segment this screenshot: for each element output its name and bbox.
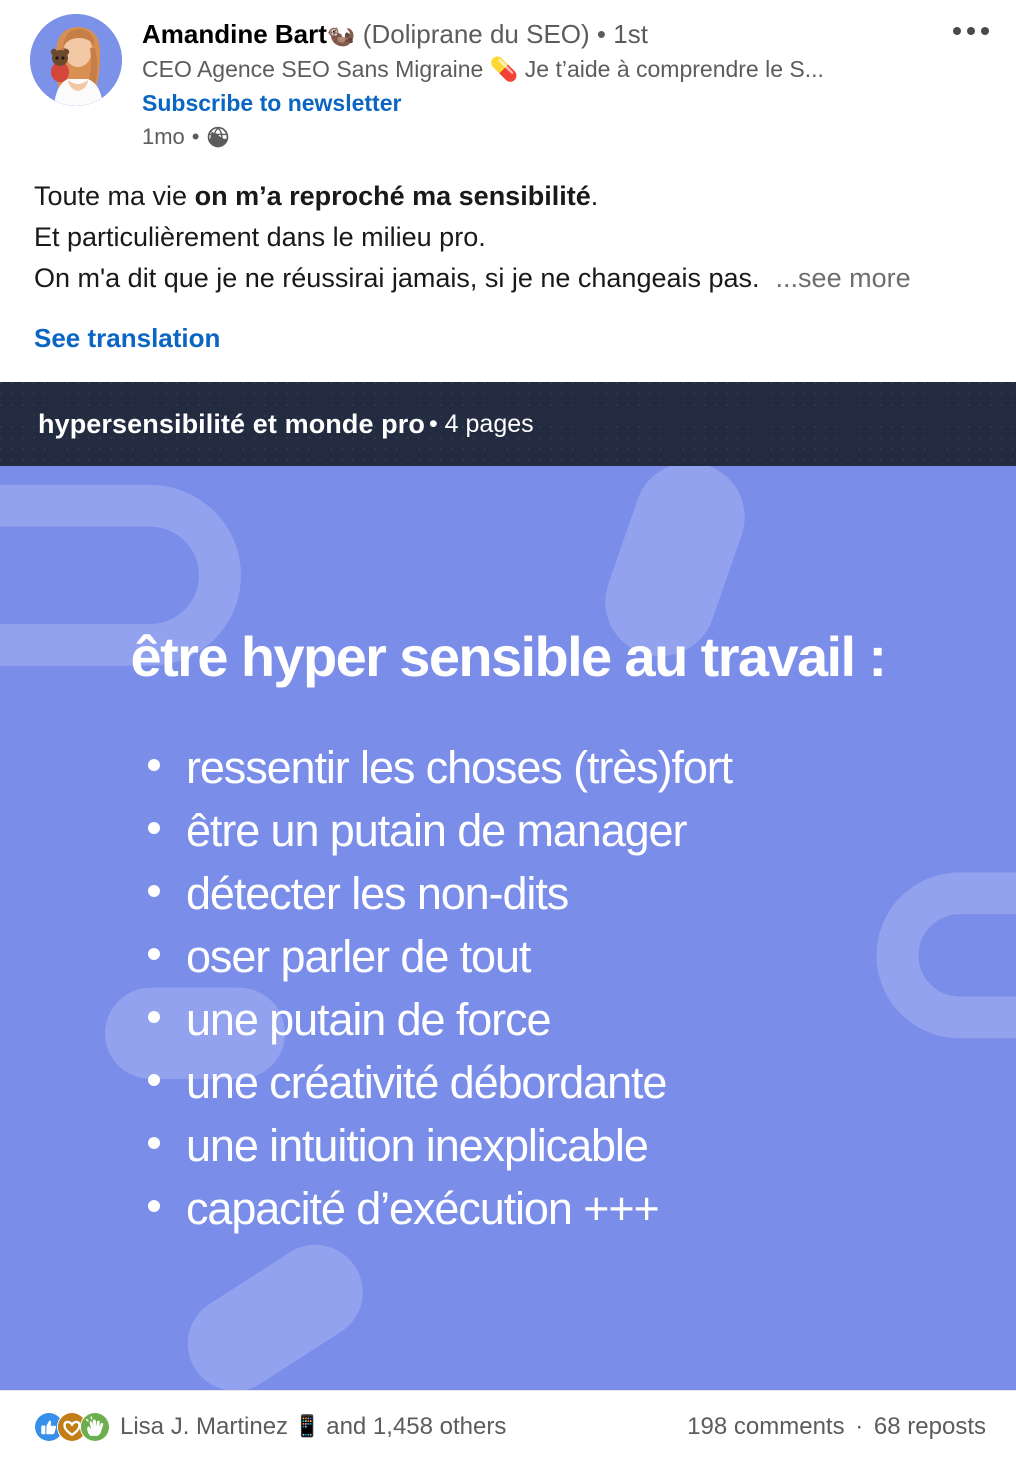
author-info: Amandine Bart🦦 (Doliprane du SEO) • 1st … (142, 10, 998, 170)
social-counts-bar: Lisa J. Martinez 📱 and 1,458 others 198 c… (0, 1390, 1016, 1462)
post-meta: 1mo • (142, 124, 998, 150)
document-titlebar: hypersensibilité et monde pro • 4 pages (0, 382, 1016, 466)
list-item: détecter les non-dits (148, 862, 968, 925)
list-item-label: ressentir les choses (très)fort (186, 741, 733, 793)
celebrate-clap-icon[interactable] (80, 1411, 110, 1442)
post-timestamp: 1mo (142, 124, 185, 149)
ellipsis-dot (953, 27, 961, 35)
list-item-label: une créativité débordante (186, 1056, 667, 1108)
document-page-count: • 4 pages (428, 409, 534, 438)
post-text-suffix: . (590, 181, 599, 211)
list-item: une putain de force (148, 988, 968, 1051)
author-name[interactable]: Amandine Bart (142, 19, 327, 49)
post-text-body: Toute ma vie on m’a reproché ma sensibil… (0, 170, 1016, 354)
reposts-count[interactable]: 68 reposts (874, 1413, 986, 1440)
list-item: capacité d’exécution +++ (148, 1177, 968, 1240)
comments-count[interactable]: 198 comments (687, 1413, 844, 1440)
meta-separator: • (191, 124, 200, 149)
post-text-line-3-content: On m'a dit que je ne réussirai jamais, s… (34, 263, 760, 293)
bullet-dot-icon (148, 884, 160, 897)
post-options-button[interactable] (948, 14, 994, 48)
list-item: une intuition inexplicable (148, 1114, 968, 1177)
list-item-label: détecter les non-dits (186, 867, 569, 919)
reactors-summary[interactable]: Lisa J. Martinez 📱 and 1,458 others (120, 1413, 506, 1441)
slide-bullet-list: ressentir les choses (très)fort être un … (48, 736, 968, 1240)
ellipsis-dot (967, 27, 975, 35)
post-text-prefix: Toute ma vie (34, 181, 195, 211)
bullet-dot-icon (148, 1073, 160, 1086)
list-item-label: capacité d’exécution +++ (186, 1182, 660, 1234)
reactor-emoji: 📱 (294, 1414, 321, 1438)
slide-heading: être hyper sensible au travail : (130, 625, 888, 688)
author-tagline: (Doliprane du SEO) (362, 19, 590, 49)
post-text-bold: on m’a reproché ma sensibilité (194, 181, 591, 211)
post-text-line-2: Et particulièrement dans le milieu pro. (34, 222, 486, 252)
list-item: être un putain de manager (148, 799, 968, 862)
footer-separator: · (855, 1412, 864, 1440)
ellipsis-dot (981, 27, 989, 35)
list-item-label: oser parler de tout (186, 930, 531, 982)
other-reactors-count: and 1,458 others (326, 1412, 507, 1440)
bullet-dot-icon (148, 947, 160, 960)
author-headline: CEO Agence SEO Sans Migraine 💊 Je t’aide… (142, 56, 824, 82)
list-item: oser parler de tout (148, 925, 968, 988)
post-text-line-3: On m'a dit que je ne réussirai jamais, s… (34, 258, 986, 299)
see-more-link[interactable]: ...see more (776, 263, 911, 293)
list-item: une créativité débordante (148, 1051, 968, 1114)
otter-emoji: 🦦 (326, 22, 356, 48)
bullet-dot-icon (148, 1136, 160, 1149)
reactions-group[interactable] (34, 1411, 110, 1442)
slide-content: être hyper sensible au travail : ressent… (0, 466, 1016, 1390)
list-item-label: une putain de force (186, 993, 552, 1045)
document-slide[interactable]: être hyper sensible au travail : ressent… (0, 466, 1016, 1390)
linkedin-post: Amandine Bart🦦 (Doliprane du SEO) • 1st … (0, 0, 1016, 1462)
list-item-label: être un putain de manager (186, 804, 687, 856)
reactor-name: Lisa J. Martinez (120, 1412, 289, 1440)
avatar[interactable] (30, 14, 122, 106)
bullet-dot-icon (148, 758, 160, 771)
document-title: hypersensibilité et monde pro (38, 408, 425, 439)
post-header: Amandine Bart🦦 (Doliprane du SEO) • 1st … (0, 0, 1016, 170)
subscribe-newsletter-link[interactable]: Subscribe to newsletter (142, 89, 998, 117)
document-carousel: hypersensibilité et monde pro • 4 pages (0, 382, 1016, 1390)
author-name-line: Amandine Bart🦦 (Doliprane du SEO) • 1st (142, 18, 998, 51)
list-item-label: une intuition inexplicable (186, 1119, 649, 1171)
see-translation-link[interactable]: See translation (34, 323, 220, 354)
post-text-line-1: Toute ma vie on m’a reproché ma sensibil… (34, 176, 986, 217)
list-item: ressentir les choses (très)fort (148, 736, 968, 799)
bullet-dot-icon (148, 1010, 160, 1023)
bullet-dot-icon (148, 1199, 160, 1212)
globe-icon (207, 126, 229, 148)
connection-degree: • 1st (596, 19, 648, 49)
comments-reposts-group: 198 comments · 68 reposts (687, 1413, 986, 1441)
bullet-dot-icon (148, 821, 160, 834)
